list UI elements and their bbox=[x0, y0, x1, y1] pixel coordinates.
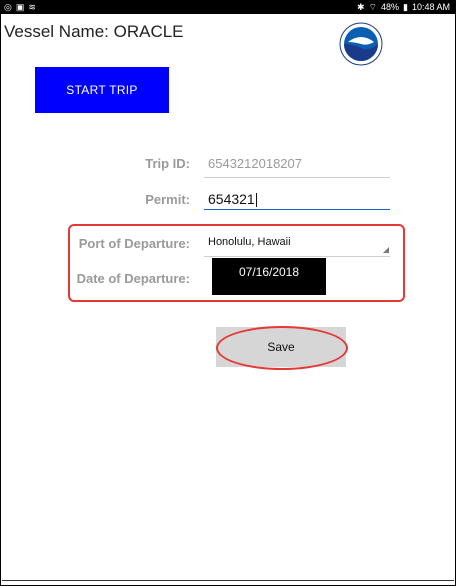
save-button[interactable]: Save bbox=[216, 327, 346, 367]
start-trip-button[interactable]: START TRIP bbox=[35, 67, 169, 113]
noaa-logo bbox=[339, 22, 383, 66]
vessel-name-label: Vessel Name: ORACLE bbox=[4, 22, 184, 41]
target-icon: ◎ bbox=[4, 2, 12, 12]
trip-id-label: Trip ID: bbox=[145, 156, 190, 171]
image-icon: ▣ bbox=[15, 2, 25, 12]
clock-time: 10:48 AM bbox=[411, 2, 450, 12]
bottom-divider bbox=[2, 580, 454, 581]
permit-underline bbox=[204, 209, 390, 210]
trip-id-field[interactable]: 6543212018207 bbox=[208, 156, 302, 171]
permit-field[interactable]: 654321 bbox=[208, 191, 257, 208]
text-cursor bbox=[255, 193, 257, 208]
signal-icon: ⌔ bbox=[368, 2, 377, 12]
battery-text: 48% bbox=[381, 2, 400, 12]
date-label: Date of Departure: bbox=[76, 271, 190, 286]
bluetooth-icon: ✱ bbox=[356, 2, 365, 12]
status-bar: ◎ ▣ ≋ ✱ ⌔ 48% ▮ 10:48 AM bbox=[0, 0, 456, 14]
port-underline bbox=[204, 256, 390, 257]
permit-value: 654321 bbox=[208, 191, 255, 207]
wifi-icon: ≋ bbox=[28, 2, 36, 12]
port-label: Port of Departure: bbox=[78, 236, 190, 251]
port-dropdown[interactable]: Honolulu, Hawaii bbox=[208, 236, 291, 248]
permit-label: Permit: bbox=[145, 192, 190, 207]
dropdown-arrow-icon[interactable] bbox=[383, 247, 389, 253]
date-picker[interactable]: 07/16/2018 bbox=[212, 258, 326, 295]
trip-id-underline bbox=[204, 177, 390, 178]
battery-icon: ▮ bbox=[403, 2, 408, 12]
